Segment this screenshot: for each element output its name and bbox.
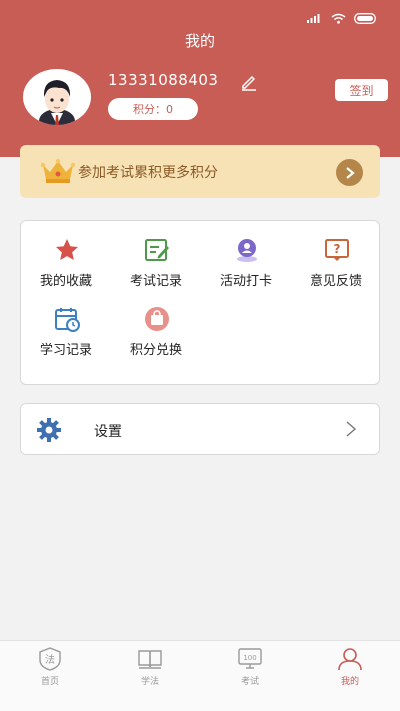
law-seal-icon: 法 [39, 647, 61, 671]
banner-arrow-button[interactable] [336, 159, 363, 186]
battery-icon [354, 12, 376, 24]
exam-record-icon [145, 239, 169, 261]
crown-icon [40, 158, 76, 183]
phone-number: 13331088403 [108, 71, 219, 89]
settings-label: 设置 [94, 424, 122, 440]
grid-item-study-records[interactable]: 学习记录 [21, 306, 111, 366]
grid-item-exam-records[interactable]: 考试记录 [111, 237, 201, 297]
bottom-tab-bar: 法 首页 学法 100 考试 我的 [0, 640, 400, 711]
grid-item-points-exchange[interactable]: 积分兑换 [111, 306, 201, 366]
grid-item-activity-checkin[interactable]: 活动打卡 [201, 237, 291, 297]
star-icon [56, 239, 78, 260]
tab-home[interactable]: 法 首页 [0, 647, 100, 693]
checkin-button[interactable]: 签到 [335, 79, 388, 101]
chevron-right-icon [345, 166, 355, 179]
svg-text:100: 100 [243, 654, 256, 662]
points-badge: 积分：0 [108, 98, 198, 120]
user-icon [338, 648, 362, 671]
settings-row[interactable]: 设置 [20, 403, 380, 455]
grid-item-favorites[interactable]: 我的收藏 [21, 237, 111, 297]
grid-item-feedback[interactable]: ? 意见反馈 [291, 237, 381, 297]
status-bar [307, 11, 378, 25]
points-banner[interactable]: 参加考试累积更多积分 [20, 145, 380, 198]
signal-icon [307, 14, 320, 23]
checkin-pin-icon [237, 239, 257, 262]
tab-exam[interactable]: 100 考试 [200, 647, 300, 693]
svg-text:法: 法 [45, 653, 55, 666]
monitor-100-icon: 100 [238, 648, 262, 669]
calendar-icon [55, 308, 80, 332]
gear-icon [37, 418, 61, 442]
book-icon [138, 650, 162, 669]
gift-bag-icon [145, 307, 169, 331]
chevron-right-icon [346, 421, 357, 437]
banner-text: 参加考试累积更多积分 [78, 165, 218, 181]
feedback-icon: ? [325, 239, 349, 261]
profile-header: 我的 13331088403 积分：0 签到 [0, 0, 400, 157]
feature-grid: 我的收藏 考试记录 活动打卡 ? 意见反馈 学习记录 积分兑换 [20, 220, 380, 385]
svg-text:?: ? [334, 242, 341, 256]
tab-mine[interactable]: 我的 [300, 647, 400, 693]
wifi-icon [331, 13, 346, 24]
page-title: 我的 [184, 32, 215, 50]
edit-pencil-icon[interactable] [240, 73, 258, 91]
avatar[interactable] [23, 69, 91, 125]
tab-study-law[interactable]: 学法 [100, 647, 200, 693]
